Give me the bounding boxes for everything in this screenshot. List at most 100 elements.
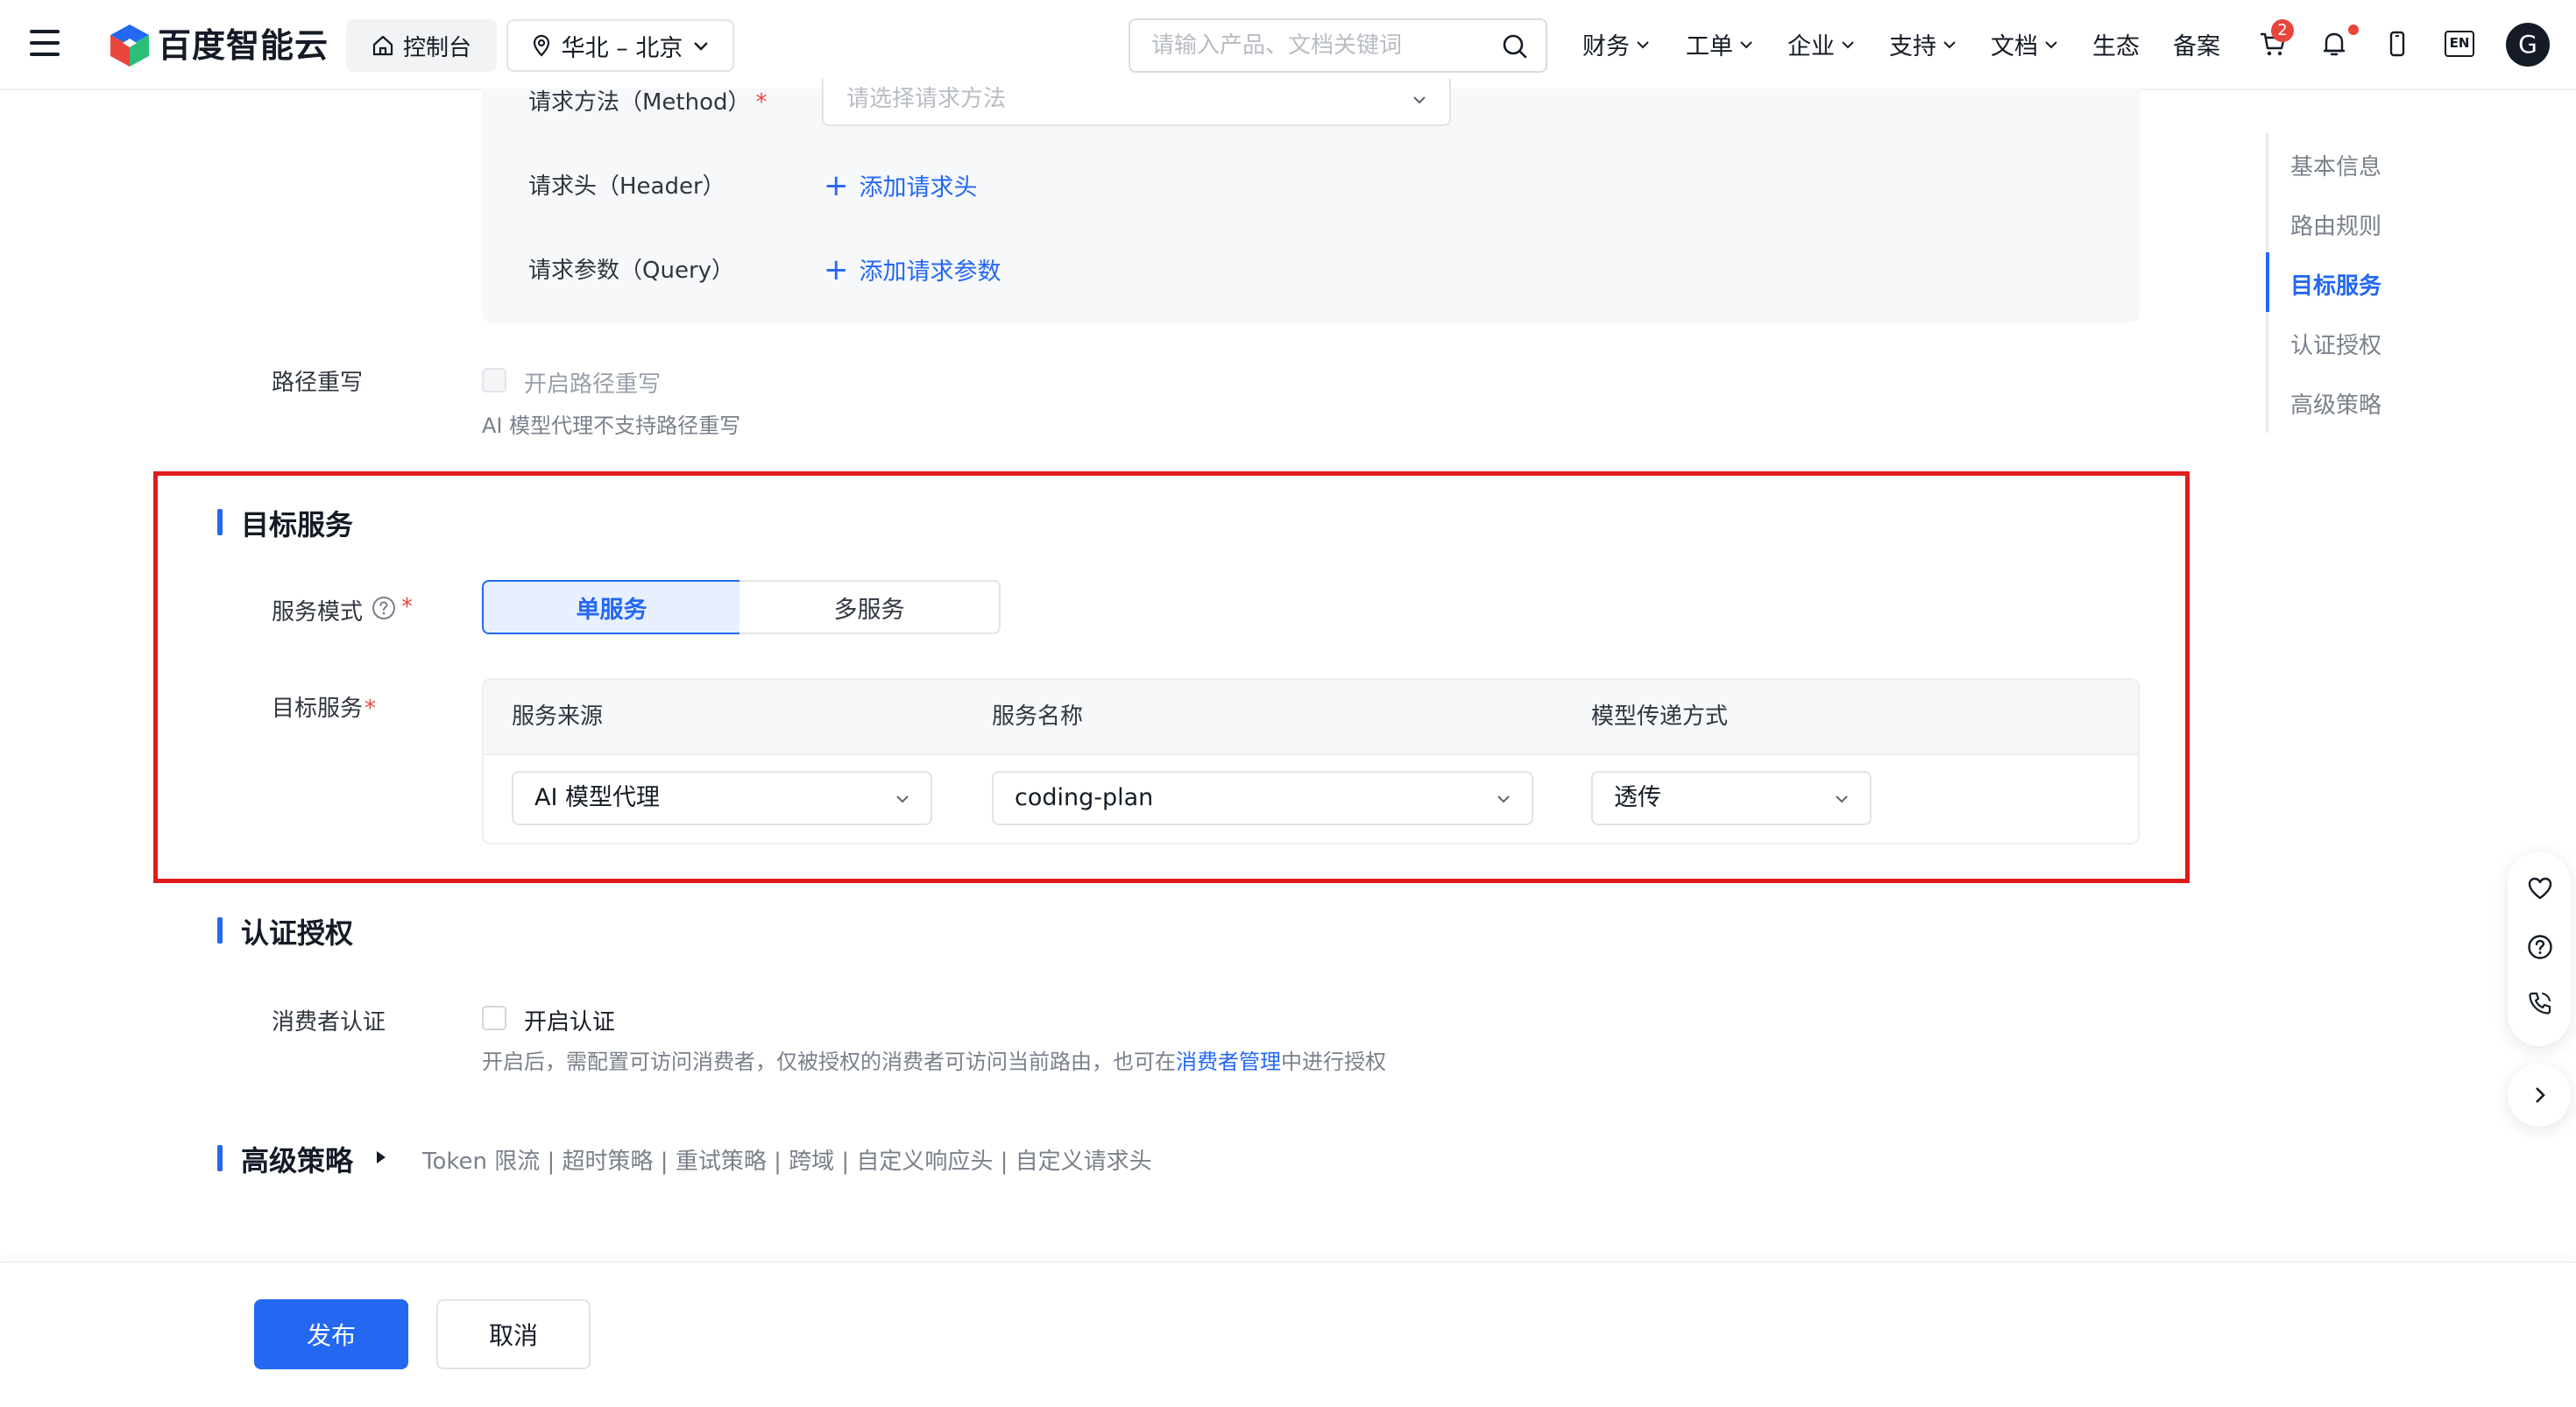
method-select[interactable]: 请选择请求方法 <box>822 79 1451 126</box>
auth-hint-tail: 中进行授权 <box>1281 1050 1386 1074</box>
service-name-select[interactable]: coding-plan <box>992 771 1533 825</box>
required-mark: * <box>755 89 768 116</box>
nav-support-label: 支持 <box>1889 33 1936 60</box>
anchor-basic-info[interactable]: 基本信息 <box>2290 149 2381 181</box>
location-icon <box>533 34 549 57</box>
phone-icon[interactable] <box>2527 990 2553 1016</box>
target-service-label-text: 目标服务 <box>272 696 364 722</box>
service-mode-label: 服务模式 <box>272 594 363 626</box>
column-source: 服务来源 <box>512 704 604 730</box>
plus-icon: + <box>824 251 849 287</box>
model-passing-select[interactable]: 透传 <box>1591 771 1872 825</box>
chevron-down-icon <box>1637 40 1649 48</box>
nav-ecosystem[interactable]: 生态 <box>2092 0 2140 88</box>
anchor-nav-indicator <box>2266 252 2269 312</box>
consumer-management-link[interactable]: 消费者管理 <box>1176 1050 1281 1074</box>
add-query-button[interactable]: + 添加请求参数 <box>824 252 1001 286</box>
target-service-table: 服务来源 服务名称 模型传递方式 AI 模型代理 coding-plan 透传 <box>482 678 2140 845</box>
service-mode-label-text: 服务模式 <box>272 599 364 626</box>
section-marker <box>217 509 223 535</box>
anchor-target-service[interactable]: 目标服务 <box>2290 268 2381 300</box>
chevron-down-icon <box>1497 795 1510 803</box>
expand-button[interactable] <box>2508 1064 2571 1127</box>
add-header-label: 添加请求头 <box>859 174 978 202</box>
chevron-down-icon <box>1842 40 1854 48</box>
nav-enterprise[interactable]: 企业 <box>1787 0 1856 88</box>
chevron-down-icon <box>1943 40 1956 48</box>
search-icon[interactable] <box>1502 33 1528 60</box>
baidu-cloud-logo[interactable] <box>105 21 154 70</box>
chevron-down-icon <box>1740 40 1752 48</box>
single-service-option[interactable]: 单服务 <box>482 580 741 634</box>
auth-hint-text: 开启后，需配置可访问消费者，仅被授权的消费者可访问当前路由，也可在 <box>482 1050 1176 1074</box>
path-rewrite-checkbox-label: 开启路径重写 <box>524 371 662 398</box>
nav-filing-label: 备案 <box>2173 33 2220 60</box>
service-source-select[interactable]: AI 模型代理 <box>512 771 932 825</box>
nav-enterprise-label: 企业 <box>1787 33 1835 60</box>
plus-icon: + <box>824 167 849 203</box>
query-label: 请求参数（Query） <box>528 258 735 284</box>
top-bar: 百度智能云 控制台 华北 – 北京 请输入产品、文档关键词 财务 工单 企业 支… <box>0 0 2576 90</box>
notification-dot <box>2348 25 2359 35</box>
path-rewrite-hint: AI 模型代理不支持路径重写 <box>482 414 741 438</box>
target-service-title: 目标服务 <box>241 508 354 541</box>
nav-ticket-label: 工单 <box>1686 33 1733 60</box>
nav-docs[interactable]: 文档 <box>1991 0 2059 88</box>
help-circle-icon[interactable] <box>372 596 396 620</box>
section-marker <box>217 1145 223 1171</box>
anchor-auth[interactable]: 认证授权 <box>2290 328 2381 360</box>
brand-name[interactable]: 百度智能云 <box>158 21 329 70</box>
advanced-summary: Token 限流 | 超时策略 | 重试策略 | 跨域 | 自定义响应头 | 自… <box>422 1149 1152 1175</box>
region-label: 华北 – 北京 <box>561 34 683 62</box>
anchor-routing-rules[interactable]: 路由规则 <box>2290 209 2381 241</box>
console-button[interactable]: 控制台 <box>346 19 497 72</box>
chevron-right-icon <box>2536 1087 2545 1103</box>
bell-icon[interactable] <box>2318 28 2350 60</box>
enable-auth-checkbox[interactable] <box>482 1006 506 1030</box>
nav-finance[interactable]: 财务 <box>1582 0 1651 88</box>
section-marker <box>217 917 223 944</box>
target-service-label: 目标服务* <box>272 690 376 723</box>
language-switch-icon[interactable]: EN <box>2445 31 2474 57</box>
required-mark: * <box>401 594 413 620</box>
mobile-icon[interactable] <box>2381 28 2413 60</box>
model-passing-value: 透传 <box>1614 784 1661 811</box>
chevron-down-icon <box>1413 96 1426 104</box>
chevron-down-icon <box>1836 795 1848 803</box>
nav-docs-label: 文档 <box>1991 33 2038 60</box>
chevron-down-icon <box>694 42 709 51</box>
enable-auth-label: 开启认证 <box>524 1009 616 1036</box>
avatar[interactable]: G <box>2506 23 2550 67</box>
path-rewrite-checkbox[interactable] <box>482 368 506 392</box>
nav-ticket[interactable]: 工单 <box>1686 0 1754 88</box>
console-label: 控制台 <box>402 34 471 61</box>
consumer-auth-label: 消费者认证 <box>272 1009 386 1036</box>
search-input[interactable]: 请输入产品、文档关键词 <box>1129 18 1547 73</box>
auth-title: 认证授权 <box>241 916 354 950</box>
multi-service-option[interactable]: 多服务 <box>740 580 1001 634</box>
cancel-button[interactable]: 取消 <box>436 1299 591 1369</box>
table-header: 服务来源 服务名称 模型传递方式 <box>484 680 2138 755</box>
service-source-value: AI 模型代理 <box>534 784 661 811</box>
publish-button[interactable]: 发布 <box>254 1299 408 1369</box>
menu-icon[interactable] <box>30 30 60 56</box>
auth-hint: 开启后，需配置可访问消费者，仅被授权的消费者可访问当前路由，也可在消费者管理中进… <box>482 1044 1386 1075</box>
nav-ecosystem-label: 生态 <box>2092 33 2140 60</box>
cart-badge: 2 <box>2271 19 2294 42</box>
nav-finance-label: 财务 <box>1582 33 1630 60</box>
help-icon[interactable] <box>2527 934 2553 960</box>
add-query-label: 添加请求参数 <box>859 258 1001 286</box>
anchor-advanced[interactable]: 高级策略 <box>2290 387 2381 420</box>
heart-icon[interactable] <box>2527 876 2553 901</box>
search-placeholder: 请输入产品、文档关键词 <box>1151 32 1403 59</box>
nav-filing[interactable]: 备案 <box>2173 0 2220 88</box>
home-icon <box>372 35 393 56</box>
region-selector[interactable]: 华北 – 北京 <box>506 19 734 72</box>
header-label: 请求头（Header） <box>528 173 725 200</box>
chevron-down-icon <box>2045 40 2057 48</box>
caret-right-icon[interactable] <box>373 1149 389 1166</box>
nav-support[interactable]: 支持 <box>1889 0 1957 88</box>
add-header-button[interactable]: + 添加请求头 <box>824 168 978 202</box>
advanced-title[interactable]: 高级策略 <box>241 1139 353 1179</box>
chevron-down-icon <box>896 795 909 803</box>
